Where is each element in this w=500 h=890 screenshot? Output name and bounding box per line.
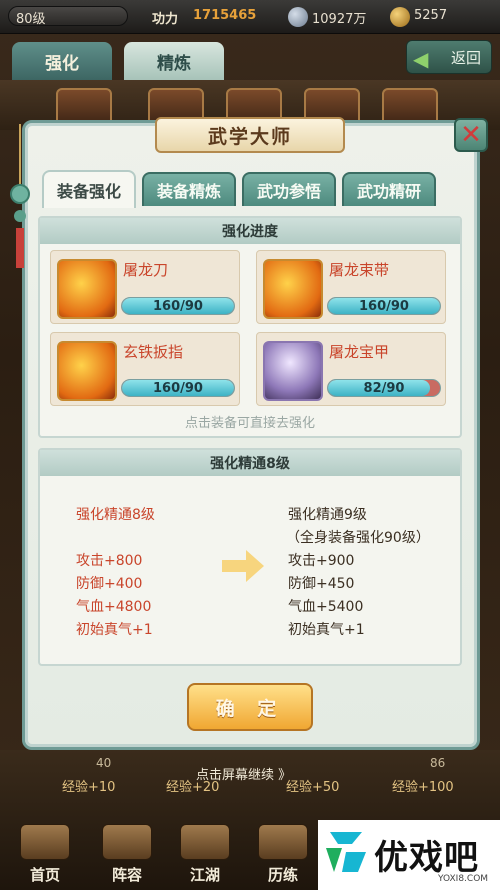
silver-value: 10927万 — [312, 12, 367, 27]
next-qi: 初始真气+1 — [288, 622, 365, 638]
equip-slot-belt[interactable]: 屠龙束带 160/90 — [256, 250, 446, 324]
equip-slot-ring[interactable]: 玄铁扳指 160/90 — [50, 332, 240, 406]
progress-bar: 160/90 — [327, 297, 441, 315]
nav-label: 历练 — [267, 866, 298, 884]
progress-text: 160/90 — [359, 298, 409, 314]
current-hp: 气血+4800 — [76, 599, 152, 615]
top-status-bar: 80级 功力 1715465 10927万 5257 — [0, 0, 500, 34]
confirm-button[interactable]: 确 定 — [187, 683, 313, 731]
current-attack: 攻击+800 — [76, 553, 143, 569]
close-icon: ✕ — [460, 120, 482, 150]
dialog-title: 武学大师 — [155, 117, 345, 153]
equip-slot-armor[interactable]: 屠龙宝甲 82/90 — [256, 332, 446, 406]
iron-ring-icon — [57, 341, 117, 401]
tab-strengthen-bg[interactable]: 强化 — [12, 42, 112, 80]
equip-name: 屠龙宝甲 — [329, 343, 390, 361]
player-level: 80级 — [16, 12, 46, 27]
upgrade-arrow-icon — [222, 550, 264, 582]
current-qi: 初始真气+1 — [76, 622, 153, 638]
progress-bar: 160/90 — [121, 297, 235, 315]
tab-martial-study[interactable]: 武功精研 — [342, 172, 436, 206]
exp-reward: 经验+50 — [286, 780, 340, 795]
strengthen-hint: 点击装备可直接去强化 — [184, 416, 315, 431]
back-arrow-icon: ◀ — [413, 47, 429, 71]
dragon-belt-icon — [263, 259, 323, 319]
progress-bar: 160/90 — [121, 379, 235, 397]
next-hp: 气血+5400 — [288, 599, 364, 615]
gold-coin-icon — [390, 7, 410, 27]
progress-header: 强化进度 — [40, 218, 460, 244]
exp-reward: 经验+10 — [62, 780, 116, 795]
equip-name: 屠龙束带 — [329, 261, 390, 279]
progress-text: 82/90 — [363, 380, 405, 396]
current-defense: 防御+400 — [76, 576, 143, 592]
watermark-logo-sub: YOXI8.COM — [438, 874, 489, 884]
equip-name: 屠龙刀 — [123, 261, 169, 279]
tassel-ornament-icon — [10, 124, 30, 268]
exp-reward: 经验+100 — [392, 780, 454, 795]
silver-coin-icon — [288, 7, 308, 27]
watermark-logo-icon — [326, 832, 366, 872]
next-defense: 防御+450 — [288, 576, 355, 592]
next-attack: 攻击+900 — [288, 553, 355, 569]
tab-refine-bg[interactable]: 精炼 — [124, 42, 224, 80]
tab-equip-strengthen[interactable]: 装备强化 — [42, 170, 136, 208]
dragon-saber-icon — [57, 259, 117, 319]
training-icon — [258, 824, 308, 860]
exp-count: 86 — [430, 756, 446, 770]
progress-bar: 82/90 — [327, 379, 441, 397]
watermark-logo-text: 优戏吧 — [374, 838, 479, 878]
close-button[interactable]: ✕ — [454, 118, 488, 152]
nav-training[interactable]: 历练 — [246, 820, 320, 884]
nav-label: 首页 — [29, 866, 60, 884]
tap-to-continue[interactable]: 点击屏幕继续 》 — [196, 764, 291, 783]
tab-martial-comprehend[interactable]: 武功参悟 — [242, 172, 336, 206]
progress-text: 160/90 — [153, 380, 203, 396]
nav-label: 江湖 — [189, 866, 220, 884]
mastery-header: 强化精通8级 — [40, 450, 460, 476]
gold-value: 5257 — [414, 8, 448, 23]
home-icon — [20, 824, 70, 860]
progress-text: 160/90 — [153, 298, 203, 314]
next-requirement: （全身装备强化90级） — [286, 530, 430, 546]
current-mastery-title: 强化精通8级 — [76, 507, 155, 523]
back-button[interactable]: ◀ 返回 — [406, 40, 492, 74]
nav-jianghu[interactable]: 江湖 — [168, 820, 242, 884]
dragon-armor-icon — [263, 341, 323, 401]
power-label: 功力 — [152, 12, 179, 27]
power-value: 1715465 — [193, 8, 257, 23]
tab-equip-refine[interactable]: 装备精炼 — [142, 172, 236, 206]
nav-label: 阵容 — [111, 866, 142, 884]
jianghu-icon — [180, 824, 230, 860]
nav-home[interactable]: 首页 — [8, 820, 82, 884]
equip-name: 玄铁扳指 — [123, 343, 184, 361]
equip-slot-weapon[interactable]: 屠龙刀 160/90 — [50, 250, 240, 324]
lineup-icon — [102, 824, 152, 860]
back-label: 返回 — [450, 48, 481, 67]
next-mastery-title: 强化精通9级 — [288, 507, 367, 523]
exp-count: 40 — [96, 756, 112, 770]
nav-lineup[interactable]: 阵容 — [90, 820, 164, 884]
